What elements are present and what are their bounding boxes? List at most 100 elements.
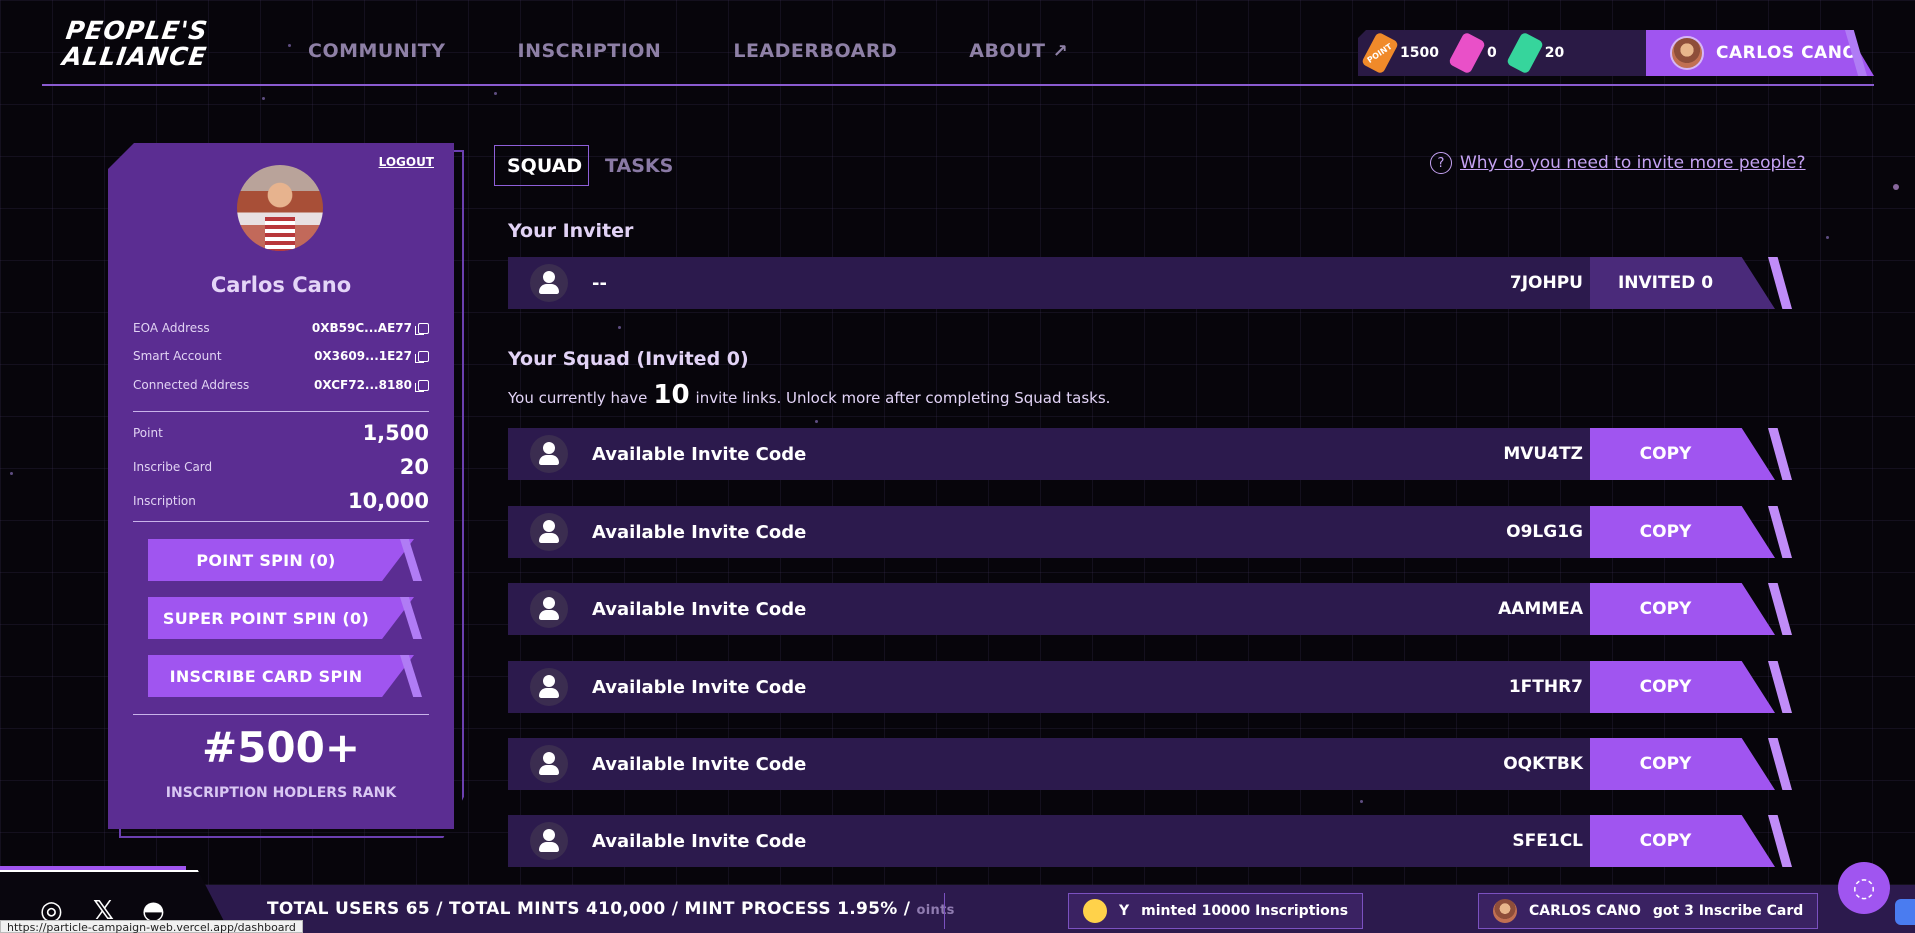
inscribe-card-spin-button[interactable]: INSCRIBE CARD SPIN [148,655,414,697]
connected-address-value: 0XCF72...8180 [314,378,412,392]
logout-link[interactable]: LOGOUT [379,155,434,169]
smart-account-label: Smart Account [133,349,222,363]
invite-code: MVU4TZ [1503,444,1583,464]
browser-status-url: https://particle-campaign-web.vercel.app… [0,920,303,933]
user-avatar-icon [530,822,568,860]
main-nav: COMMUNITY INSCRIPTION LEADERBOARD ABOUT … [308,40,1068,62]
eoa-address-value: 0XB59C...AE77 [311,321,412,335]
holders-rank-label: INSCRIPTION HODLERS RANK [165,785,397,801]
nav-community[interactable]: COMMUNITY [308,40,446,62]
smart-account-row: Smart Account 0X3609...1E27 [133,349,429,363]
global-stats: TOTAL USERS 65 / TOTAL MINTS 410,000 / M… [267,899,955,919]
nav-inscription[interactable]: INSCRIPTION [518,40,662,62]
copy-button[interactable]: COPY [1590,583,1775,635]
copy-button[interactable]: COPY [1590,506,1775,558]
connected-address-label: Connected Address [133,378,250,392]
point-label: Point [133,426,163,440]
super-point-spin-button[interactable]: SUPER POINT SPIN (0) [148,597,414,639]
list-item: Available Invite Code O9LG1G [508,506,1593,558]
user-avatar-icon [530,745,568,783]
copy-button[interactable]: COPY [1590,661,1775,713]
divider [944,893,945,929]
invite-code: 1FTHR7 [1508,677,1583,697]
ticker-user: CARLOS CANO [1529,903,1641,919]
copy-icon[interactable] [415,379,429,392]
inscribe-card-row: Inscribe Card 20 [133,455,429,479]
inviter-row: -- 7JOHPU [508,257,1593,309]
list-item: Available Invite Code AAMMEA [508,583,1593,635]
peoples-alliance-logo[interactable]: PEOPLE'S ALLIANCE [60,16,268,74]
avatar [1493,899,1517,923]
profile-card: LOGOUT Carlos Cano EOA Address 0XB59C...… [108,143,454,829]
list-item: Available Invite Code 1FTHR7 [508,661,1593,713]
invite-code: SFE1CL [1512,831,1583,851]
inviter-name: -- [592,272,607,294]
user-avatar-icon [530,668,568,706]
copy-button[interactable]: COPY [1590,815,1775,867]
decorative-stripe [400,655,422,697]
invite-note: You currently have 10 invite links. Unlo… [508,380,1110,410]
decorative-stripe [400,597,422,639]
ticker-item: Y minted 10000 Inscriptions [1068,893,1364,929]
stats-text: TOTAL USERS 65 / TOTAL MINTS 410,000 / M… [267,899,911,919]
decorative-stripe [1768,428,1792,480]
invite-code: OQKTBK [1503,754,1583,774]
user-avatar-icon [530,435,568,473]
nav-about[interactable]: ABOUT ↗ [969,40,1068,62]
point-spin-button[interactable]: POINT SPIN (0) [148,539,414,581]
profile-avatar [237,165,323,251]
side-tab-button[interactable] [1895,899,1915,925]
invite-code-label: Available Invite Code [592,443,807,465]
external-link-icon: ↗ [1052,41,1069,62]
ticker-user: Y [1119,903,1130,919]
inscription-label: Inscription [133,494,196,508]
decorative-stripe [1768,815,1792,867]
star-decoration [815,420,818,423]
smart-account-value: 0X3609...1E27 [314,349,412,363]
tab-tasks[interactable]: TASKS [593,145,685,186]
nav-about-label: ABOUT [969,40,1046,62]
invite-code-label: Available Invite Code [592,830,807,852]
point-row: Point 1,500 [133,421,429,445]
ticker-item: CARLOS CANO got 3 Inscribe Card [1478,893,1819,929]
decorative-stripe [1768,661,1792,713]
inscribe-card-label: Inscribe Card [133,460,213,474]
inscription-row: Inscription 10,000 [133,489,429,513]
decorative-stripe [1768,257,1792,309]
super-ticket-icon [1447,31,1487,75]
star-decoration [10,472,13,475]
copy-icon[interactable] [415,322,429,335]
invite-help-link[interactable]: ? Why do you need to invite more people? [1430,152,1806,174]
star-decoration [1360,800,1363,803]
star-decoration [1893,184,1899,190]
divider [133,411,429,412]
inscribe-balance: 20 [1544,45,1565,61]
tab-squad[interactable]: SQUAD [494,145,589,186]
inscribe-ticket-icon [1505,31,1544,75]
invite-link-count: 10 [653,380,690,410]
copy-icon[interactable] [415,350,429,363]
inscribe-card-value: 20 [399,455,429,479]
ticker-text: minted 10000 Inscriptions [1141,903,1349,919]
star-decoration [494,92,497,95]
user-avatar-icon [530,513,568,551]
invite-note-suffix: invite links. Unlock more after completi… [695,389,1111,407]
list-item: Available Invite Code OQKTBK [508,738,1593,790]
floating-spin-button[interactable]: ◌ [1838,862,1890,914]
decorative-stripe [1768,583,1792,635]
divider [133,521,429,522]
logo-line-1: PEOPLE'S [64,16,210,45]
invited-count-button[interactable]: INVITED 0 [1590,257,1775,309]
nav-leaderboard[interactable]: LEADERBOARD [733,40,897,62]
logo-line-2: ALLIANCE [60,42,209,71]
spiral-icon: ◌ [1852,873,1876,903]
eoa-address-label: EOA Address [133,321,210,335]
copy-button[interactable]: COPY [1590,428,1775,480]
super-balance: 0 [1486,45,1497,61]
copy-button[interactable]: COPY [1590,738,1775,790]
invite-code-label: Available Invite Code [592,676,807,698]
list-item: Available Invite Code MVU4TZ [508,428,1593,480]
invite-code: O9LG1G [1506,522,1583,542]
user-menu-button[interactable]: CARLOS CANO [1646,30,1874,76]
avatar [1670,36,1704,70]
